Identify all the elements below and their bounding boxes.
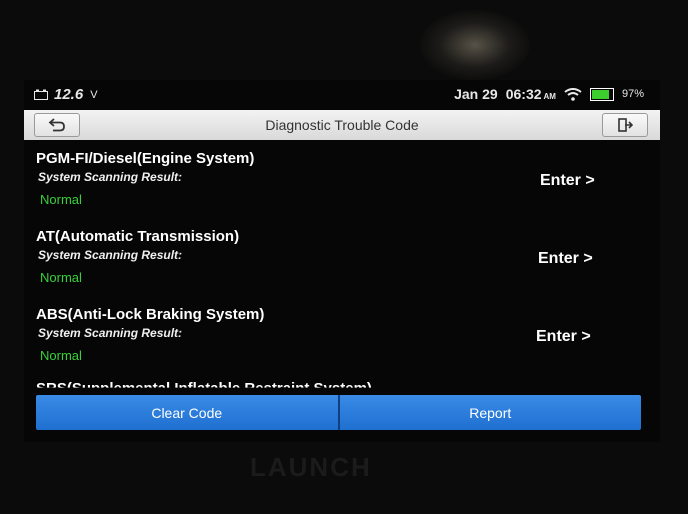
scan-result-value: Normal [40, 348, 82, 363]
clock: 06:32 AM [506, 86, 556, 102]
status-bar: 12.6 V Jan 29 06:32 AM 97% [24, 80, 660, 108]
system-name: AT(Automatic Transmission) [36, 228, 240, 245]
scan-result-value: Normal [40, 270, 82, 285]
exit-icon [618, 118, 633, 132]
action-bar: Clear Code Report [36, 395, 641, 430]
clear-code-button[interactable]: Clear Code [36, 395, 338, 430]
car-battery-icon [34, 89, 48, 100]
system-item-abs[interactable]: ABS(Anti-Lock Braking System) System Sca… [24, 302, 660, 380]
system-item-engine[interactable]: PGM-FI/Diesel(Engine System) System Scan… [24, 146, 660, 224]
battery-percent: 97% [621, 88, 644, 100]
system-list: PGM-FI/Diesel(Engine System) System Scan… [24, 146, 660, 380]
date-text: Jan 29 [454, 86, 498, 102]
voltage-unit: V [90, 88, 98, 101]
title-bar: Diagnostic Trouble Code [24, 110, 660, 140]
page-title: Diagnostic Trouble Code [265, 117, 419, 133]
ampm-text: AM [543, 92, 556, 101]
device-screen: 12.6 V Jan 29 06:32 AM 97% Diagnostic Trou… [24, 80, 660, 442]
back-arrow-icon [48, 118, 65, 132]
battery-icon [589, 87, 614, 101]
system-name: PGM-FI/Diesel(Engine System) [36, 150, 255, 167]
exit-button[interactable] [602, 113, 648, 137]
battery-level-fill [591, 89, 610, 99]
scan-result-value: Normal [40, 192, 82, 207]
scan-result-label: System Scanning Result: [38, 248, 183, 262]
reflection-glare [420, 10, 530, 80]
back-button[interactable] [34, 113, 80, 137]
report-button[interactable]: Report [340, 395, 642, 430]
enter-button[interactable]: Enter > [536, 328, 591, 346]
scan-result-label: System Scanning Result: [38, 170, 183, 184]
enter-button[interactable]: Enter > [540, 172, 595, 190]
voltage-indicator: 12.6 V [34, 86, 98, 103]
system-name: ABS(Anti-Lock Braking System) [36, 306, 265, 323]
voltage-value: 12.6 [54, 86, 84, 103]
brand-logo: LAUNCH [250, 452, 372, 482]
time-text: 06:32 [505, 86, 542, 102]
enter-button[interactable]: Enter > [538, 250, 593, 268]
wifi-icon [564, 87, 582, 101]
system-item-transmission[interactable]: AT(Automatic Transmission) System Scanni… [24, 224, 660, 302]
scan-result-label: System Scanning Result: [38, 326, 183, 340]
